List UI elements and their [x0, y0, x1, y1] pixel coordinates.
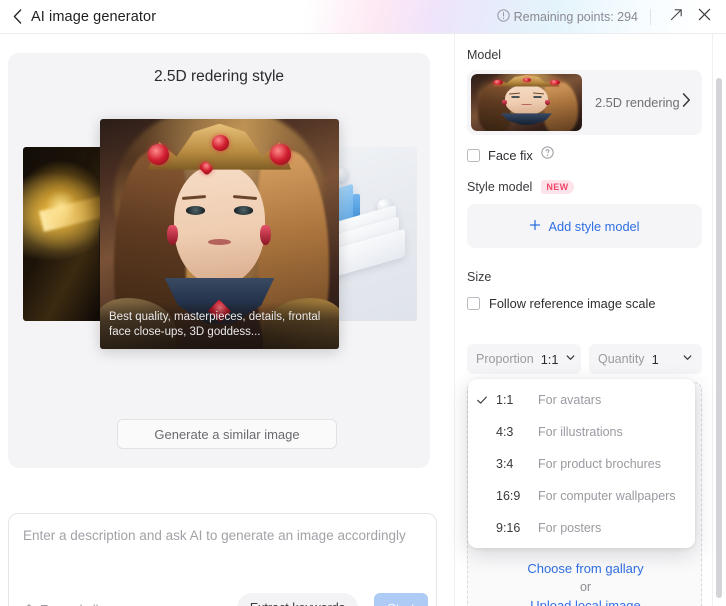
follow-reference-scale-label: Follow reference image scale — [489, 296, 656, 311]
dropdown-ratio: 3:4 — [496, 457, 514, 471]
dropdown-ratio: 4:3 — [496, 425, 514, 439]
dropdown-item-4-3[interactable]: 4:3 For illustrations — [468, 416, 695, 448]
new-badge: NEW — [541, 180, 574, 194]
face-fix-checkbox[interactable] — [467, 148, 480, 162]
slide-caption: Best quality, masterpieces, details, fro… — [100, 302, 339, 349]
proportion-label: Proportion — [476, 352, 534, 366]
chevron-left-icon — [13, 9, 22, 24]
dropdown-item-9-16[interactable]: 9:16 For posters — [468, 512, 695, 544]
header-actions: Remaining points: 294 — [496, 0, 726, 33]
panel-scrollbar-thumb[interactable] — [716, 78, 722, 598]
follow-reference-scale-checkbox[interactable] — [467, 297, 480, 310]
header-divider — [650, 8, 651, 25]
dropdown-desc: For computer wallpapers — [538, 489, 676, 503]
dropdown-item-3-4[interactable]: 3:4 For product brochures — [468, 448, 695, 480]
dropdown-desc: For posters — [538, 521, 602, 535]
close-button[interactable] — [690, 3, 718, 31]
panel-scrollbar-track[interactable] — [712, 34, 726, 606]
face-fix-option[interactable]: Face fix — [467, 146, 554, 164]
proportion-dropdown-menu[interactable]: 1:1 For avatars 4:3 For illustrations 3:… — [468, 379, 695, 548]
settings-panel: Model 2.5D rendering Face fix Style mode… — [455, 34, 712, 606]
ai-image-generator-window: AI image generator Remaining points: 294 — [0, 0, 726, 606]
start-button[interactable]: Start — [374, 593, 428, 606]
proportion-select[interactable]: Proportion 1:1 — [467, 344, 581, 374]
prompt-input[interactable] — [23, 528, 423, 580]
dropdown-ratio: 16:9 — [496, 489, 521, 503]
chevron-down-icon — [565, 350, 576, 368]
carousel-slide-center[interactable]: Best quality, masterpieces, details, fro… — [100, 119, 339, 349]
question-circle-icon[interactable] — [541, 146, 554, 164]
window-header: AI image generator Remaining points: 294 — [0, 0, 726, 33]
chevron-right-icon — [682, 93, 691, 112]
model-name-label: 2.5D rendering — [595, 95, 680, 110]
quantity-label: Quantity — [598, 352, 645, 366]
back-button[interactable] — [4, 0, 30, 33]
model-section-label: Model — [467, 48, 502, 62]
model-selector-card[interactable]: 2.5D rendering — [467, 70, 702, 135]
remaining-points: Remaining points: 294 — [496, 8, 638, 25]
left-content-column: 2.5D redering style Best quality, master… — [0, 34, 455, 606]
dropdown-desc: For avatars — [538, 393, 602, 407]
dropdown-desc: For product brochures — [538, 457, 661, 471]
external-link-icon — [669, 7, 684, 27]
face-fix-label: Face fix — [488, 147, 533, 163]
add-style-model-button[interactable]: Add style model — [467, 204, 702, 248]
close-icon — [697, 7, 712, 27]
remaining-points-text: Remaining points: 294 — [513, 9, 638, 24]
result-style-title: 2.5D redering style — [153, 68, 285, 85]
dropdown-item-1-1[interactable]: 1:1 For avatars — [468, 384, 695, 416]
expand-all-label: Expand all — [40, 603, 98, 606]
style-model-label: Style model — [467, 180, 533, 194]
generate-similar-image-button[interactable]: Generate a similar image — [117, 419, 337, 449]
dropdown-desc: For illustrations — [538, 425, 623, 439]
chevron-double-up-icon — [23, 602, 35, 606]
upload-links: Choose from gallary or Upload local imag… — [468, 561, 703, 606]
dropdown-item-16-9[interactable]: 16:9 For computer wallpapers — [468, 480, 695, 512]
result-preview-card: 2.5D redering style Best quality, master… — [8, 53, 430, 468]
dropdown-ratio: 1:1 — [496, 393, 514, 407]
chevron-down-icon — [682, 350, 693, 368]
quantity-select[interactable]: Quantity 1 — [589, 344, 702, 374]
check-icon — [468, 394, 496, 406]
prompt-panel: Expand all Extract keywords Start — [8, 513, 437, 606]
upload-or-text: or — [579, 580, 592, 594]
extract-keywords-button[interactable]: Extract keywords — [236, 593, 358, 606]
style-model-section: Style model NEW — [467, 180, 574, 194]
choose-from-gallery-link[interactable]: Choose from gallary — [468, 561, 703, 576]
plus-icon — [529, 219, 541, 234]
exclamation-circle-icon — [496, 8, 510, 25]
dropdown-ratio: 9:16 — [496, 521, 521, 535]
proportion-value: 1:1 — [540, 351, 559, 367]
size-selectors: Proportion 1:1 Quantity 1 — [467, 344, 702, 374]
add-style-model-label: Add style model — [548, 218, 640, 234]
expand-window-button[interactable] — [662, 3, 690, 31]
image-carousel[interactable]: Best quality, masterpieces, details, fro… — [8, 119, 430, 349]
upload-local-image-link[interactable]: Upload local image — [468, 598, 703, 606]
quantity-value: 1 — [651, 351, 659, 367]
model-thumbnail — [471, 74, 582, 131]
expand-all-toggle[interactable]: Expand all — [23, 602, 98, 606]
page-title: AI image generator — [31, 8, 157, 25]
size-section-label: Size — [467, 270, 492, 284]
follow-reference-scale-option[interactable]: Follow reference image scale — [467, 296, 655, 311]
